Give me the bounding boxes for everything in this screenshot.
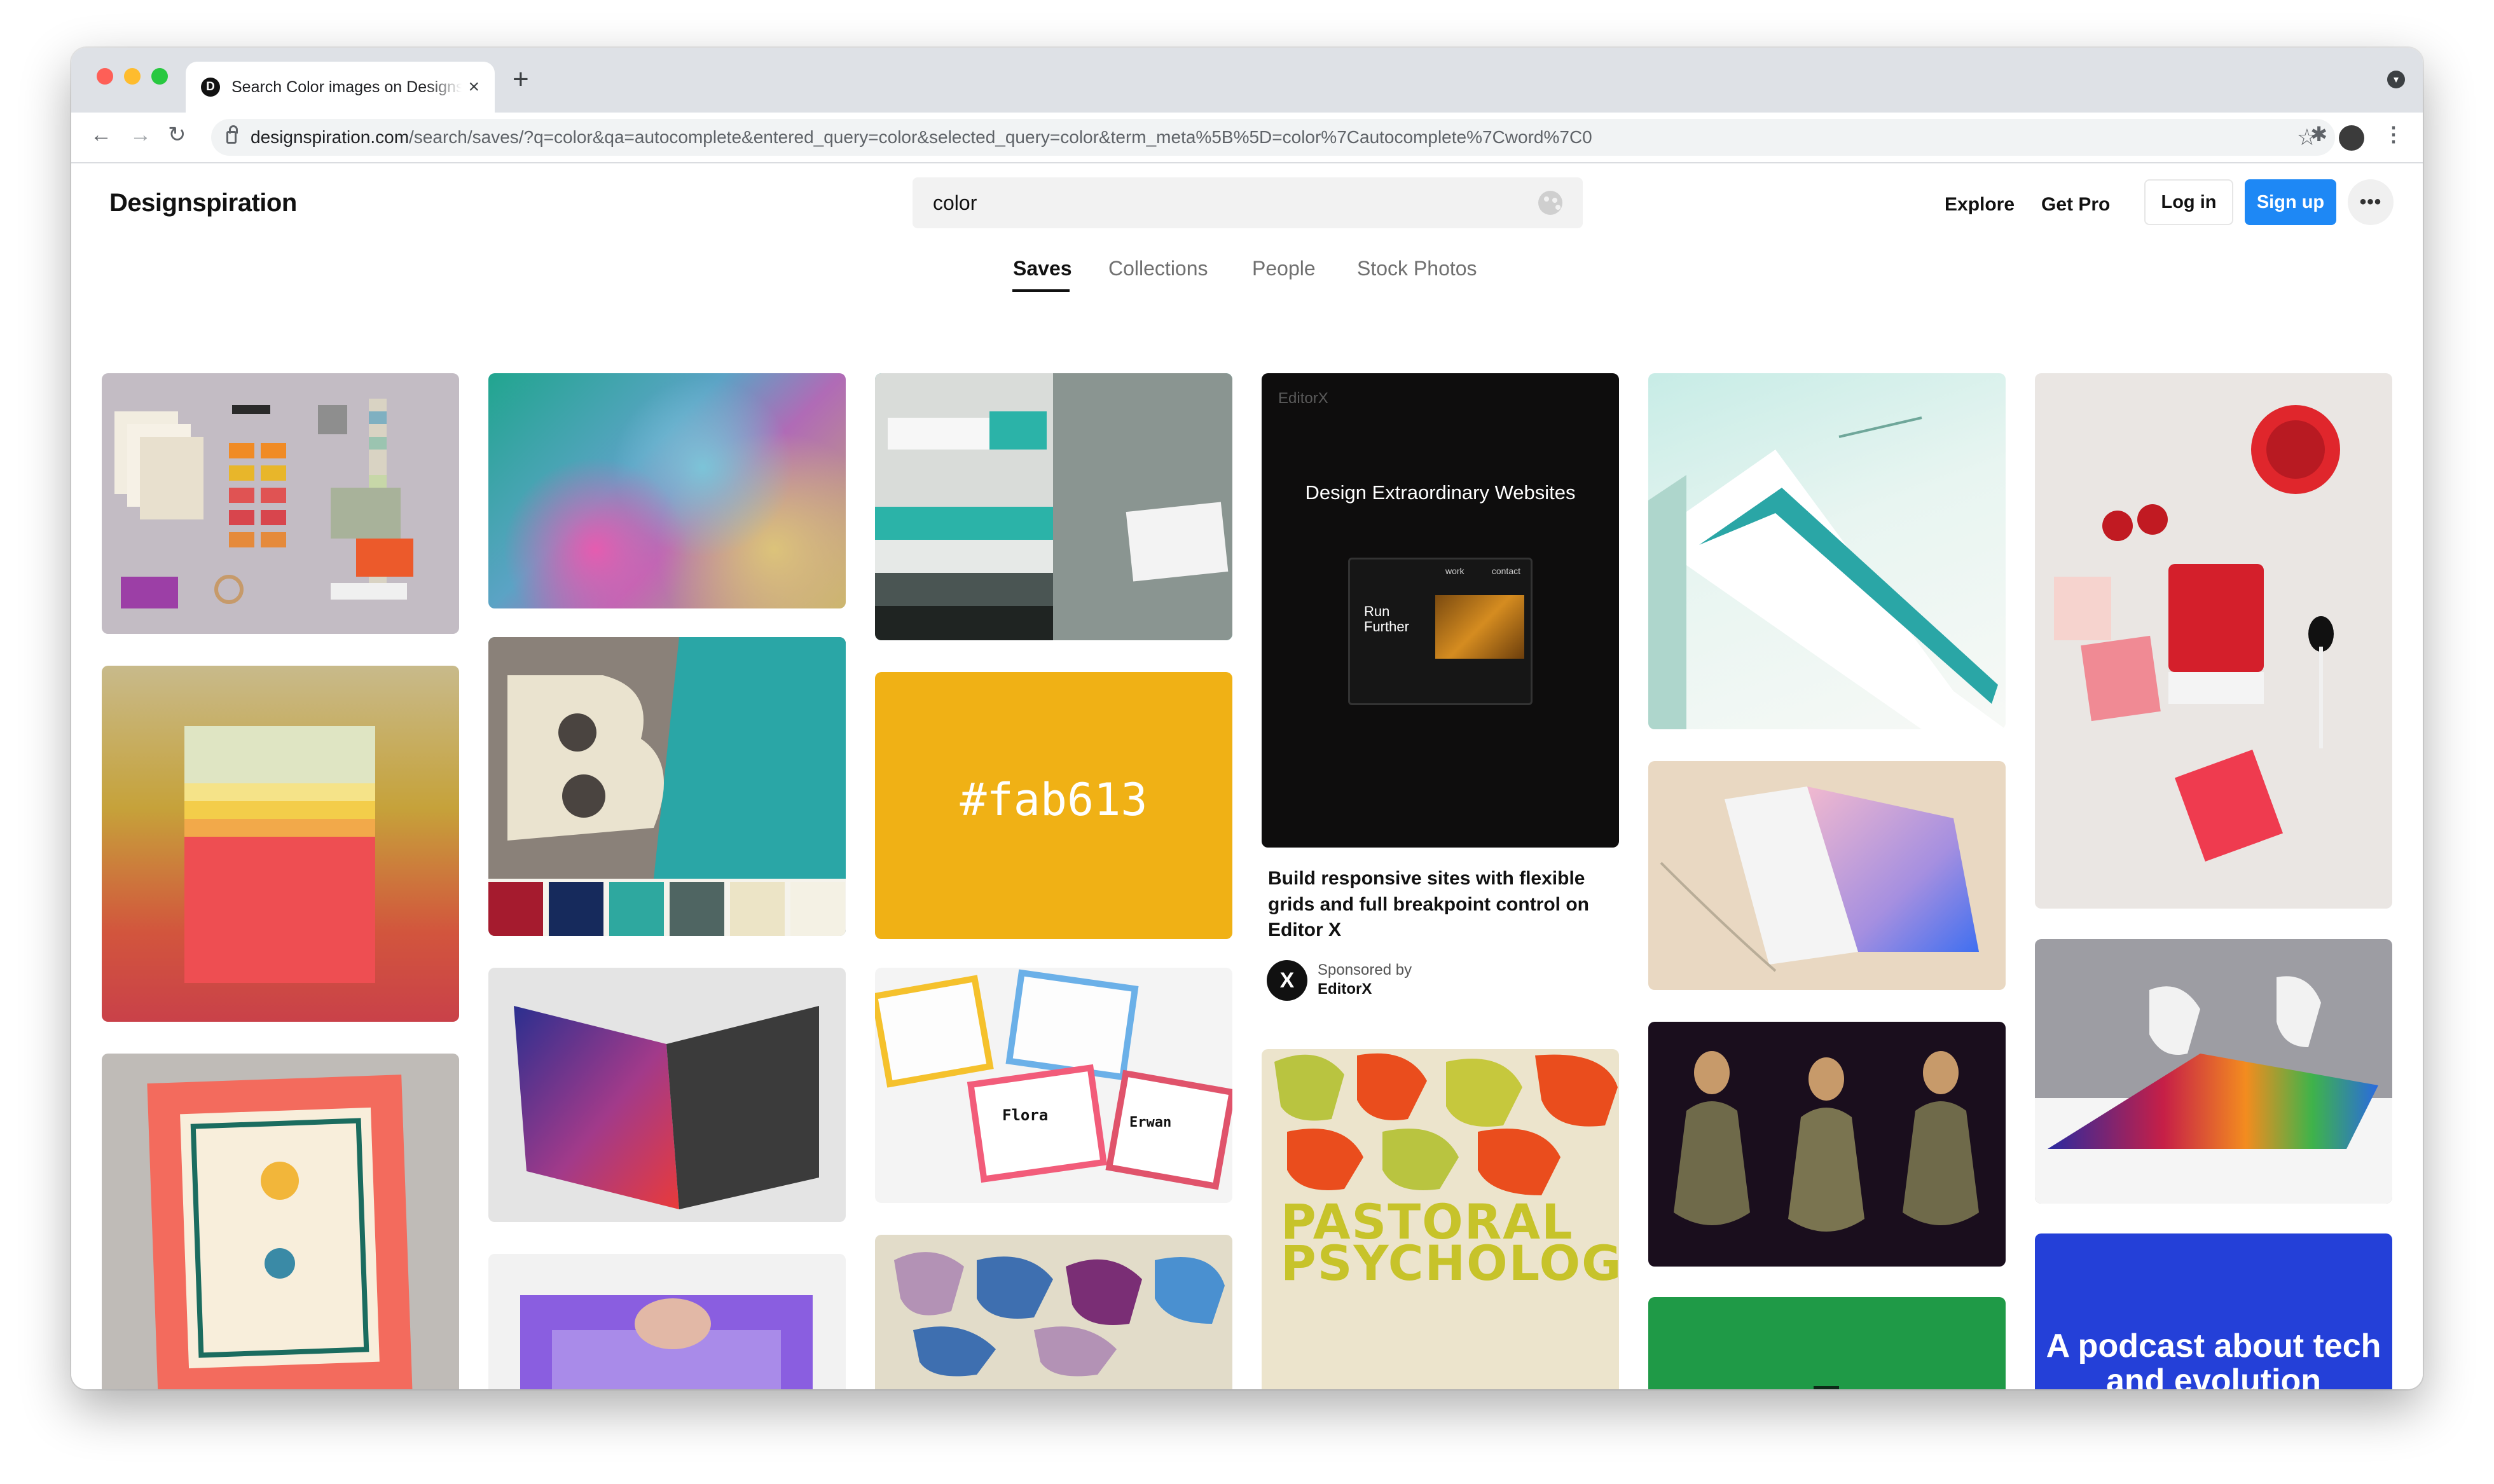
color-palette-icon[interactable] <box>1538 191 1562 215</box>
swatch-teal <box>609 882 664 936</box>
image-tile-pastoral-blue[interactable]: PASTORAL <box>875 1235 1232 1389</box>
gradient-book-art <box>1660 787 1979 972</box>
ad-screen-nav-work: work <box>1445 566 1464 576</box>
login-button[interactable]: Log in <box>2144 179 2233 225</box>
ad-headline: Design Extraordinary Websites <box>1305 481 1576 504</box>
hex-code-text: #fab613 <box>960 774 1148 826</box>
green-field-art <box>1814 1386 1839 1389</box>
ad-screen-nav-contact: contact <box>1491 566 1520 576</box>
image-tile-business-cards[interactable] <box>875 373 1232 640</box>
tab-collections[interactable]: Collections <box>1108 257 1208 280</box>
site-logo[interactable]: Designspiration <box>109 189 297 217</box>
swatch-cream <box>730 882 785 936</box>
forward-icon[interactable]: → <box>130 124 151 146</box>
profile-avatar[interactable] <box>2339 125 2364 151</box>
lock-icon[interactable] <box>226 125 238 144</box>
tab-search-icon[interactable]: ▾ <box>2387 71 2405 88</box>
image-tile-pocket-book[interactable] <box>102 1054 459 1389</box>
image-tile-color-palette-card[interactable] <box>102 666 459 1022</box>
signup-button[interactable]: Sign up <box>2245 179 2336 225</box>
tab-people[interactable]: People <box>1252 257 1316 280</box>
tab-title: Search Color images on Designspiration <box>231 78 462 96</box>
palette-card-art <box>184 726 375 983</box>
browser-toolbar: ← → ↻ designspiration.com/search/saves/?… <box>71 113 2423 163</box>
ad-screen-image <box>1435 595 1524 659</box>
swatch-off-white <box>790 882 845 936</box>
favicon-icon: D <box>201 78 220 97</box>
page-content: Designspiration color Explore Get Pro Lo… <box>71 163 2423 1389</box>
back-icon[interactable]: ← <box>90 124 112 146</box>
podcast-headline: A podcast about tech and evolution <box>2046 1328 2381 1389</box>
ad-title[interactable]: Build responsive sites with flexible gri… <box>1268 866 1599 944</box>
search-input[interactable]: color <box>913 177 1583 228</box>
pocket-book-art <box>147 1075 413 1389</box>
rainbow-book-art <box>2035 976 2392 1204</box>
search-value[interactable]: color <box>933 191 1538 215</box>
image-tile-gradient-edge-cards[interactable]: Flora Erwan <box>875 968 1232 1203</box>
new-tab-icon[interactable]: + <box>513 65 529 93</box>
business-cards-art <box>875 373 1232 640</box>
active-tab-indicator <box>1012 289 1070 292</box>
ad-tile-podcast[interactable]: A podcast about tech and evolution <box>2035 1233 2392 1389</box>
svg-text:Erwan: Erwan <box>1129 1115 1171 1130</box>
browser-menu-icon[interactable]: ⋮ <box>2383 124 2404 144</box>
address-bar[interactable]: designspiration.com/search/saves/?q=colo… <box>211 119 2335 156</box>
sponsored-ad-tile[interactable]: EditorX Design Extraordinary Websites wo… <box>1262 373 1619 848</box>
image-tile-green-field[interactable] <box>1648 1297 2006 1389</box>
image-tile-gradient-book[interactable] <box>1648 761 2006 990</box>
get-pro-link[interactable]: Get Pro <box>2041 194 2110 216</box>
image-tile-iridescent-gradient[interactable] <box>488 373 846 608</box>
staircase-art <box>1648 416 2006 729</box>
close-tab-icon[interactable]: × <box>468 78 479 97</box>
maximize-window-icon[interactable] <box>151 68 168 85</box>
browser-tab[interactable]: D Search Color images on Designspiration… <box>186 62 495 113</box>
stationery-art <box>114 399 413 608</box>
sponsor-name[interactable]: EditorX <box>1318 980 1372 998</box>
fashion-models-art <box>1674 1051 1979 1232</box>
results-tabs: Saves Collections People Stock Photos <box>71 249 2423 294</box>
close-window-icon[interactable] <box>97 68 113 85</box>
image-tile-mint-staircase[interactable] <box>1648 373 2006 729</box>
image-tile-stationery[interactable] <box>102 373 459 634</box>
image-tile-purple-portrait[interactable] <box>488 1254 846 1389</box>
browser-window: D Search Color images on Designspiration… <box>71 48 2423 1389</box>
sponsored-by-label: Sponsored by <box>1318 961 1412 979</box>
cherries-art <box>2054 405 2340 862</box>
reload-icon[interactable]: ↻ <box>168 124 186 146</box>
more-options-button[interactable]: ••• <box>2348 179 2394 225</box>
open-book-art <box>514 1006 819 1209</box>
gradient-cards-art: Flora Erwan <box>875 969 1232 1190</box>
ad-screen-mockup: work contact Run Further <box>1348 558 1533 705</box>
editorx-logo-icon[interactable]: X <box>1267 960 1307 1001</box>
pastoral-cover-title: PASTORAL PSYCHOLOGY <box>1281 1193 1619 1291</box>
image-tile-hex-color[interactable]: #fab613 <box>875 672 1232 939</box>
image-tile-pastoral-psychology[interactable]: PASTORAL PSYCHOLOGY <box>1262 1049 1619 1389</box>
tab-saves[interactable]: Saves <box>1013 257 1072 280</box>
image-tile-fashion-models[interactable] <box>1648 1022 2006 1267</box>
tab-stock-photos[interactable]: Stock Photos <box>1357 257 1477 280</box>
swatch-navy <box>549 882 603 936</box>
image-tile-cherries-raspberries[interactable] <box>2035 373 2392 909</box>
pastoral-cover-title: PASTORAL <box>898 1382 1168 1389</box>
svg-text:Flora: Flora <box>1002 1106 1048 1124</box>
explore-link[interactable]: Explore <box>1945 194 2015 216</box>
swatch-red <box>488 882 543 936</box>
minimize-window-icon[interactable] <box>124 68 141 85</box>
purple-portrait-art <box>520 1295 813 1389</box>
image-tile-open-book-gradient[interactable] <box>488 968 846 1222</box>
swatch-slate <box>670 882 724 936</box>
tab-bar: D Search Color images on Designspiration… <box>71 48 2423 113</box>
url-text[interactable]: designspiration.com/search/saves/?q=colo… <box>251 127 1592 148</box>
ad-screen-heading: Run Further <box>1364 603 1409 635</box>
image-tile-rainbow-book[interactable] <box>2035 939 2392 1204</box>
image-tile-letter-b-sign[interactable] <box>488 637 846 936</box>
extensions-icon[interactable]: ✱ <box>2310 124 2327 144</box>
pastoral-blue-art <box>894 1252 1225 1377</box>
ad-brand-label: EditorX <box>1278 390 1328 407</box>
